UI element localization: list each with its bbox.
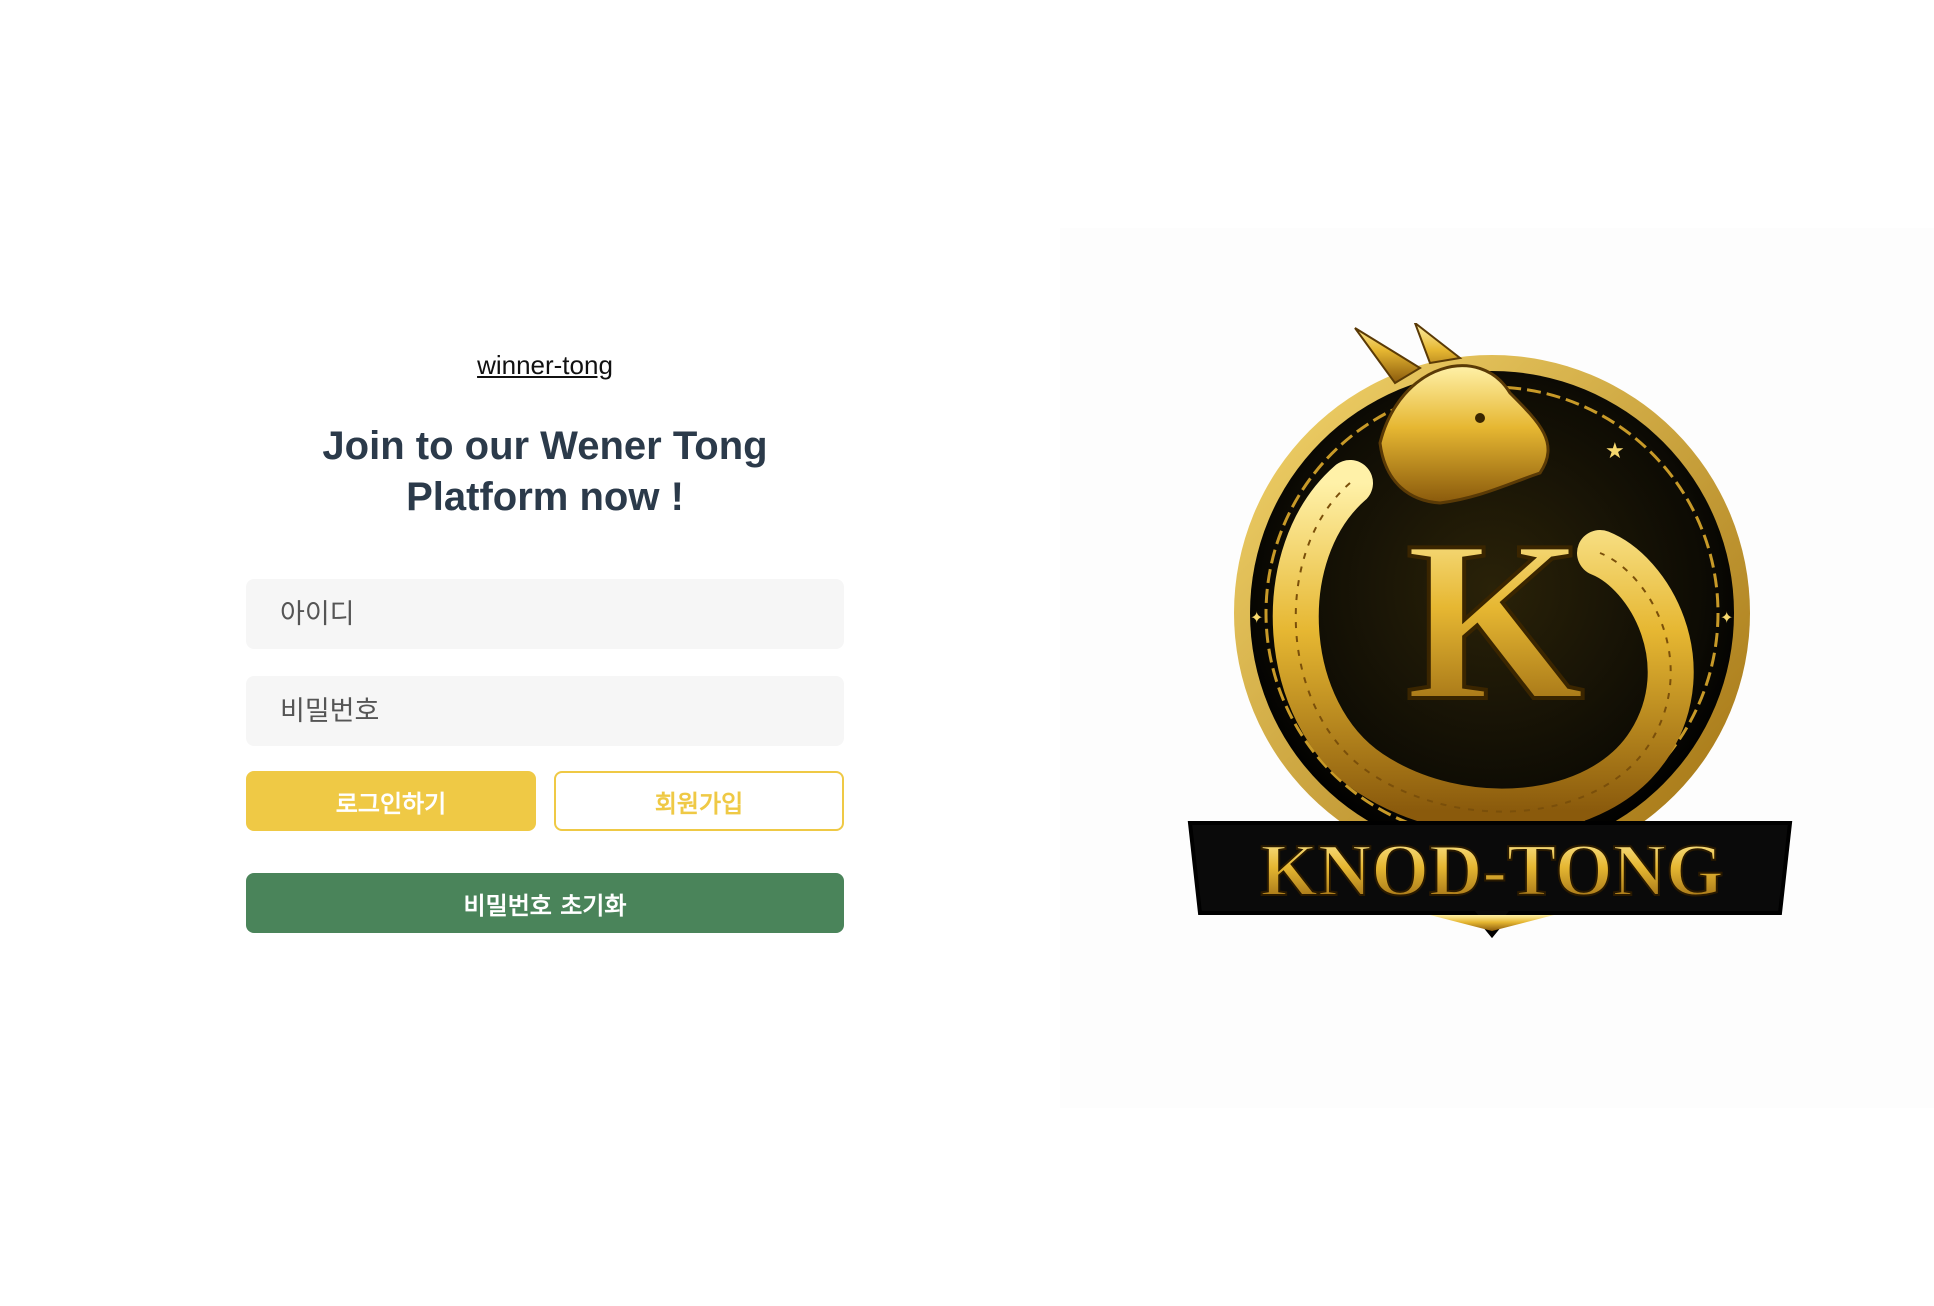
page-headline: Join to our Wener Tong Platform now ! [246, 421, 844, 523]
brand-panel: ★ ✦ ✦ K KNOD-TONG [1060, 228, 1934, 1108]
dragon-eye [1475, 413, 1485, 423]
login-panel: winner-tong Join to our Wener Tong Platf… [0, 0, 1060, 1306]
banner-ornament [1430, 915, 1554, 931]
site-home-link[interactable]: winner-tong [246, 350, 844, 381]
logo-monogram: K [1406, 493, 1585, 748]
signup-button[interactable]: 회원가입 [554, 771, 844, 831]
password-input[interactable] [246, 676, 844, 746]
headline-line-2: Platform now ! [406, 475, 684, 519]
username-input[interactable] [246, 579, 844, 649]
star-icon: ✦ [1250, 608, 1263, 627]
login-form: winner-tong Join to our Wener Tong Platf… [246, 350, 844, 933]
star-icon: ★ [1605, 439, 1625, 464]
reset-password-button[interactable]: 비밀번호 초기화 [246, 873, 844, 933]
action-row: 로그인하기 회원가입 [246, 771, 844, 831]
headline-line-1: Join to our Wener Tong [322, 424, 768, 468]
logo-brand-text: KNOD-TONG [1260, 830, 1723, 912]
knod-tong-logo: ★ ✦ ✦ K KNOD-TONG [1187, 323, 1793, 939]
login-button[interactable]: 로그인하기 [246, 771, 536, 831]
star-icon: ✦ [1720, 608, 1733, 627]
